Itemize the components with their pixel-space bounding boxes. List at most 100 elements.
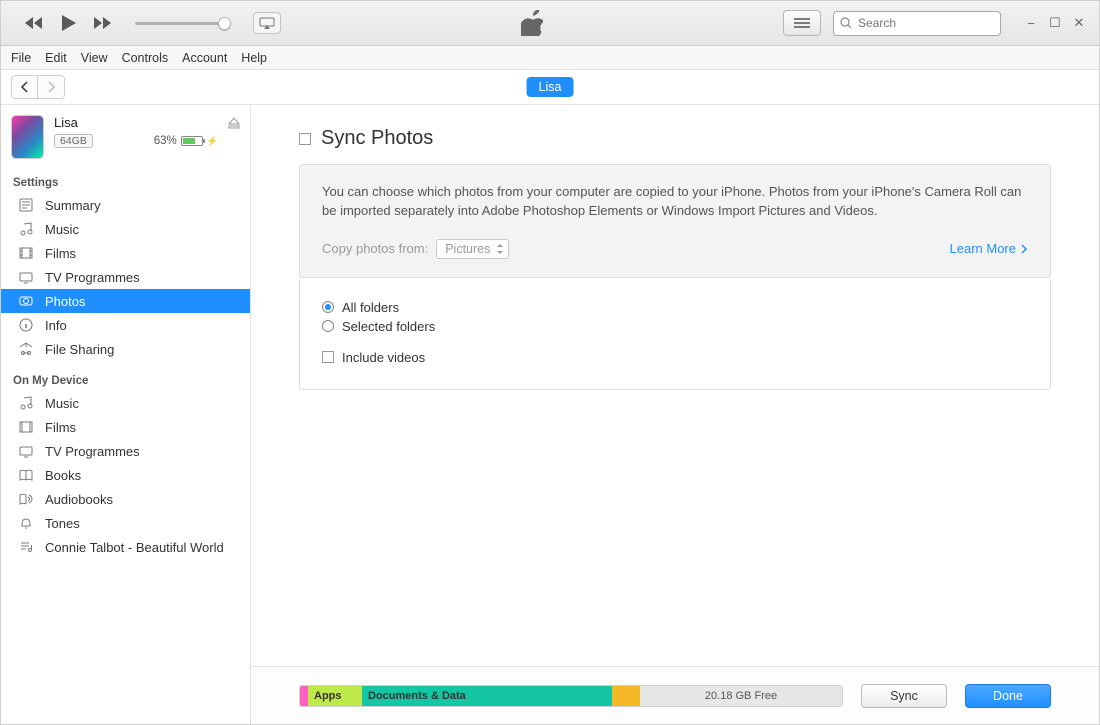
content-pane: Sync Photos You can choose which photos …	[251, 105, 1099, 666]
omd-item-tones[interactable]: Tones	[1, 511, 250, 535]
close-button[interactable]: ✕	[1067, 12, 1091, 34]
copy-photos-from-label: Copy photos from:	[322, 241, 428, 256]
radio-all-folders[interactable]	[322, 301, 334, 313]
maximize-button[interactable]: ☐	[1043, 12, 1067, 34]
eject-button[interactable]	[228, 115, 240, 129]
omd-item-music[interactable]: Music	[1, 391, 250, 415]
playlist-icon	[17, 540, 35, 554]
minimize-button[interactable]: −	[1019, 12, 1043, 34]
battery-indicator: 63% ⚡	[154, 135, 218, 147]
menu-controls[interactable]: Controls	[122, 51, 169, 65]
sidebar-item-photos[interactable]: Photos	[1, 289, 250, 313]
menu-file[interactable]: File	[11, 51, 31, 65]
view-list-button[interactable]	[783, 10, 821, 36]
checkbox-include-videos[interactable]	[322, 351, 334, 363]
sidebar-item-music[interactable]: Music	[1, 217, 250, 241]
airplay-button[interactable]	[253, 12, 281, 34]
sync-photos-info-panel: You can choose which photos from your co…	[299, 164, 1051, 278]
device-capacity-badge: 64GB	[54, 134, 93, 148]
film-icon	[17, 420, 35, 434]
storage-bar: Apps Documents & Data 20.18 GB Free	[299, 685, 843, 707]
apps-icon	[17, 342, 35, 356]
sidebar-header-settings: Settings	[1, 163, 250, 193]
info-icon	[17, 318, 35, 332]
sidebar-item-label: Tones	[45, 516, 80, 531]
player-bar: − ☐ ✕	[1, 1, 1099, 46]
chevron-right-icon	[1020, 244, 1028, 254]
omd-item-films[interactable]: Films	[1, 415, 250, 439]
audiobook-icon	[17, 492, 35, 506]
learn-more-label: Learn More	[950, 241, 1016, 256]
option-label: Include videos	[342, 350, 425, 365]
playback-controls	[1, 12, 281, 34]
search-input[interactable]	[856, 15, 1015, 31]
menu-view[interactable]: View	[81, 51, 108, 65]
film-icon	[17, 246, 35, 260]
omd-item-playlist[interactable]: Connie Talbot - Beautiful World	[1, 535, 250, 559]
play-button[interactable]	[57, 12, 79, 34]
titlebar-right: − ☐ ✕	[783, 10, 1099, 36]
radio-selected-folders[interactable]	[322, 320, 334, 332]
battery-icon	[181, 136, 203, 146]
fast-forward-button[interactable]	[91, 12, 113, 34]
bottom-bar: Apps Documents & Data 20.18 GB Free Sync…	[251, 666, 1099, 724]
sidebar: Lisa 64GB 63% ⚡ Settings	[1, 105, 251, 724]
sidebar-item-summary[interactable]: Summary	[1, 193, 250, 217]
bolt-icon: ⚡	[207, 136, 218, 147]
sidebar-item-label: Music	[45, 222, 79, 237]
center-display	[281, 10, 783, 36]
photo-icon	[17, 294, 35, 308]
device-name-label: Lisa	[54, 115, 218, 130]
book-icon	[17, 468, 35, 482]
window-controls: − ☐ ✕	[1019, 12, 1091, 34]
omd-item-audiobooks[interactable]: Audiobooks	[1, 487, 250, 511]
learn-more-link[interactable]: Learn More	[950, 241, 1028, 256]
sidebar-item-films[interactable]: Films	[1, 241, 250, 265]
sidebar-item-file-sharing[interactable]: File Sharing	[1, 337, 250, 361]
omd-item-books[interactable]: Books	[1, 463, 250, 487]
nav-back-forward	[11, 75, 65, 99]
option-selected-folders[interactable]: Selected folders	[322, 319, 1028, 334]
nav-back-button[interactable]	[12, 76, 38, 98]
storage-seg-other	[612, 686, 640, 706]
copy-source-dropdown[interactable]: Pictures	[436, 239, 509, 259]
nav-row: Lisa	[1, 70, 1099, 105]
storage-seg-documents: Documents & Data	[362, 686, 612, 706]
option-include-videos[interactable]: Include videos	[322, 350, 1028, 365]
menu-edit[interactable]: Edit	[45, 51, 67, 65]
battery-percent-label: 63%	[154, 135, 177, 147]
storage-seg-audio	[300, 686, 308, 706]
bell-icon	[17, 516, 35, 530]
device-context-pill[interactable]: Lisa	[527, 77, 574, 97]
done-button[interactable]: Done	[965, 684, 1051, 708]
nav-forward-button[interactable]	[38, 76, 64, 98]
search-icon	[840, 17, 852, 29]
sync-photos-title-label: Sync Photos	[321, 127, 433, 150]
menu-bar: File Edit View Controls Account Help	[1, 46, 1099, 70]
option-all-folders[interactable]: All folders	[322, 300, 1028, 315]
main-area: Lisa 64GB 63% ⚡ Settings	[1, 105, 1099, 724]
sidebar-item-label: File Sharing	[45, 342, 114, 357]
sidebar-header-onmydevice: On My Device	[1, 361, 250, 391]
menu-help[interactable]: Help	[241, 51, 267, 65]
sidebar-item-label: Audiobooks	[45, 492, 113, 507]
device-summary: Lisa 64GB 63% ⚡	[1, 105, 250, 163]
apple-logo-icon	[521, 10, 543, 36]
omd-item-tv[interactable]: TV Programmes	[1, 439, 250, 463]
sync-button[interactable]: Sync	[861, 684, 947, 708]
volume-slider[interactable]	[135, 22, 225, 25]
sidebar-item-tv[interactable]: TV Programmes	[1, 265, 250, 289]
itunes-window: − ☐ ✕ File Edit View Controls Account He…	[0, 0, 1100, 725]
menu-account[interactable]: Account	[182, 51, 227, 65]
sync-photos-checkbox[interactable]	[299, 133, 311, 145]
sidebar-item-label: Films	[45, 246, 76, 261]
sidebar-item-label: Connie Talbot - Beautiful World	[45, 540, 224, 555]
option-label: Selected folders	[342, 319, 435, 334]
search-field[interactable]	[833, 11, 1001, 36]
tv-icon	[17, 270, 35, 284]
rewind-button[interactable]	[23, 12, 45, 34]
sync-photos-options-panel: All folders Selected folders Include vid…	[299, 278, 1051, 390]
sync-photos-heading: Sync Photos	[299, 127, 1051, 150]
sync-photos-description: You can choose which photos from your co…	[322, 183, 1028, 221]
sidebar-item-info[interactable]: Info	[1, 313, 250, 337]
